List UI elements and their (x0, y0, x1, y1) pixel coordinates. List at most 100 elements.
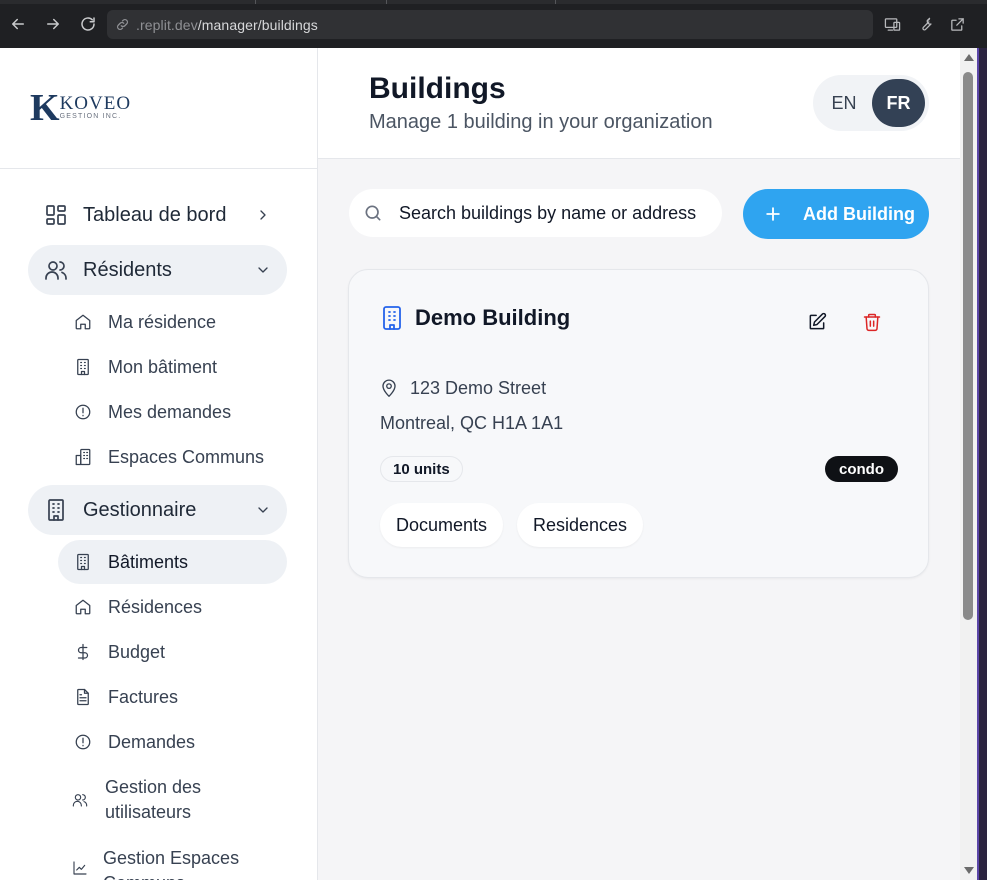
devices-icon (884, 17, 900, 31)
building-icon (74, 553, 92, 571)
sidebar-item-my-requests[interactable]: Mes demandes (58, 390, 287, 434)
sidebar-item-user-management[interactable]: Gestion des utilisateurs (58, 774, 287, 826)
add-building-label: Add Building (803, 203, 915, 224)
sidebar-item-label: Bâtiments (108, 551, 189, 572)
sidebar-item-common-spaces[interactable]: Espaces Communs (58, 435, 287, 479)
scroll-down-arrow[interactable] (964, 867, 974, 874)
brand-logo[interactable]: K KOVEO GESTION INC. (30, 88, 131, 128)
url-text: .replit.dev/manager/buildings (136, 16, 318, 33)
window-edge (977, 48, 987, 880)
chevron-right-icon (255, 207, 271, 223)
sidebar-item-dashboard[interactable]: Tableau de bord (28, 190, 287, 240)
units-badge: 10 units (380, 456, 463, 482)
tab-separator (386, 0, 387, 4)
chevron-down-icon (255, 262, 271, 278)
page-subtitle: Manage 1 building in your organization (369, 111, 713, 133)
building-type-badge: condo (825, 456, 898, 482)
buildings-icon (74, 448, 92, 466)
devtools-button[interactable] (915, 14, 935, 34)
building-card[interactable]: Demo Building 123 Demo Street Montreal, … (348, 269, 929, 578)
logo-wordmark: KOVEO (59, 93, 132, 115)
lang-en-button[interactable]: EN (817, 79, 871, 127)
chevron-down-icon (255, 502, 271, 518)
dashboard-icon (44, 203, 68, 227)
back-button[interactable] (6, 12, 30, 36)
sidebar-item-common-spaces-management[interactable]: Gestion Espaces Communs (58, 844, 287, 880)
arrow-right-icon (47, 18, 59, 30)
dollar-icon (74, 643, 92, 661)
delete-building-button[interactable] (860, 310, 884, 334)
residences-button[interactable]: Residences (517, 503, 644, 547)
documents-button[interactable]: Documents (380, 503, 504, 547)
add-building-button[interactable]: Add Building (743, 189, 929, 239)
search-input[interactable] (399, 202, 719, 224)
sidebar-group-label: Résidents (83, 258, 172, 281)
sidebar-item-label: Factures (108, 686, 179, 707)
trash-icon (863, 313, 881, 332)
page-header: Buildings Manage 1 building in your orga… (318, 48, 960, 159)
sidebar-item-invoices[interactable]: Factures (58, 675, 287, 719)
tab-separator (555, 0, 556, 4)
file-text-icon (74, 688, 92, 706)
tab-strip (0, 0, 987, 4)
users-icon (72, 792, 88, 808)
cast-button[interactable] (882, 14, 902, 34)
forward-button[interactable] (41, 12, 65, 36)
arrow-left-icon (12, 18, 24, 30)
building-icon (74, 358, 92, 376)
main-content: Buildings Manage 1 building in your orga… (318, 48, 960, 880)
building-icon (380, 305, 404, 331)
sidebar-item-label: Tableau de bord (83, 203, 227, 226)
scroll-up-arrow[interactable] (964, 54, 974, 61)
sidebar-item-label: Espaces Communs (108, 446, 265, 467)
building-address-line2: Montreal, QC H1A 1A1 (380, 413, 564, 433)
sidebar-item-requests[interactable]: Demandes (58, 720, 287, 764)
search-field[interactable] (349, 189, 722, 237)
sidebar-item-buildings[interactable]: Bâtiments (58, 540, 287, 584)
sidebar: K KOVEO GESTION INC. Tableau de bord Rés… (0, 48, 318, 880)
building-name: Demo Building (415, 305, 571, 330)
home-icon (74, 313, 92, 331)
page-title: Buildings (369, 72, 506, 105)
open-external-button[interactable] (947, 14, 967, 34)
sidebar-item-label: Gestion Espaces Communs (103, 848, 240, 880)
building-icon (44, 498, 68, 522)
home-icon (74, 598, 92, 616)
users-icon (44, 258, 68, 282)
reload-icon (81, 17, 95, 31)
browser-toolbar: .replit.dev/manager/buildings (0, 0, 987, 48)
page-viewport: K KOVEO GESTION INC. Tableau de bord Rés… (0, 48, 977, 880)
sidebar-item-budget[interactable]: Budget (58, 630, 287, 674)
wrench-icon (921, 17, 932, 31)
logo-mark: K (30, 87, 60, 129)
page-scrollbar[interactable] (960, 48, 977, 880)
sidebar-item-residences[interactable]: Résidences (58, 585, 287, 629)
link-icon (117, 19, 128, 30)
sidebar-item-label: Mes demandes (108, 401, 232, 422)
chart-icon (72, 860, 88, 876)
external-link-icon (950, 17, 964, 31)
alert-circle-icon (74, 403, 92, 421)
plus-icon (766, 207, 780, 221)
reload-button[interactable] (76, 12, 100, 36)
search-icon (365, 205, 381, 221)
lang-fr-button[interactable]: FR (872, 79, 925, 127)
language-toggle: EN FR (813, 75, 929, 131)
sidebar-divider (0, 168, 318, 169)
edit-icon (809, 312, 827, 330)
tab-separator (255, 0, 256, 4)
logo-tagline: GESTION INC. (59, 113, 122, 121)
sidebar-item-my-building[interactable]: Mon bâtiment (58, 345, 287, 389)
sidebar-item-label: Mon bâtiment (108, 356, 218, 377)
sidebar-group-label: Gestionnaire (83, 498, 197, 521)
sidebar-item-label: Ma résidence (108, 311, 217, 332)
building-address-line1: 123 Demo Street (410, 378, 547, 398)
sidebar-group-residents[interactable]: Résidents (28, 245, 287, 295)
scrollbar-thumb[interactable] (963, 72, 973, 620)
sidebar-item-label: Demandes (108, 731, 196, 752)
sidebar-item-my-residence[interactable]: Ma résidence (58, 300, 287, 344)
address-bar[interactable]: .replit.dev/manager/buildings (107, 10, 873, 39)
sidebar-group-manager[interactable]: Gestionnaire (28, 485, 287, 535)
sidebar-item-label: Budget (108, 641, 166, 662)
edit-building-button[interactable] (805, 310, 829, 334)
